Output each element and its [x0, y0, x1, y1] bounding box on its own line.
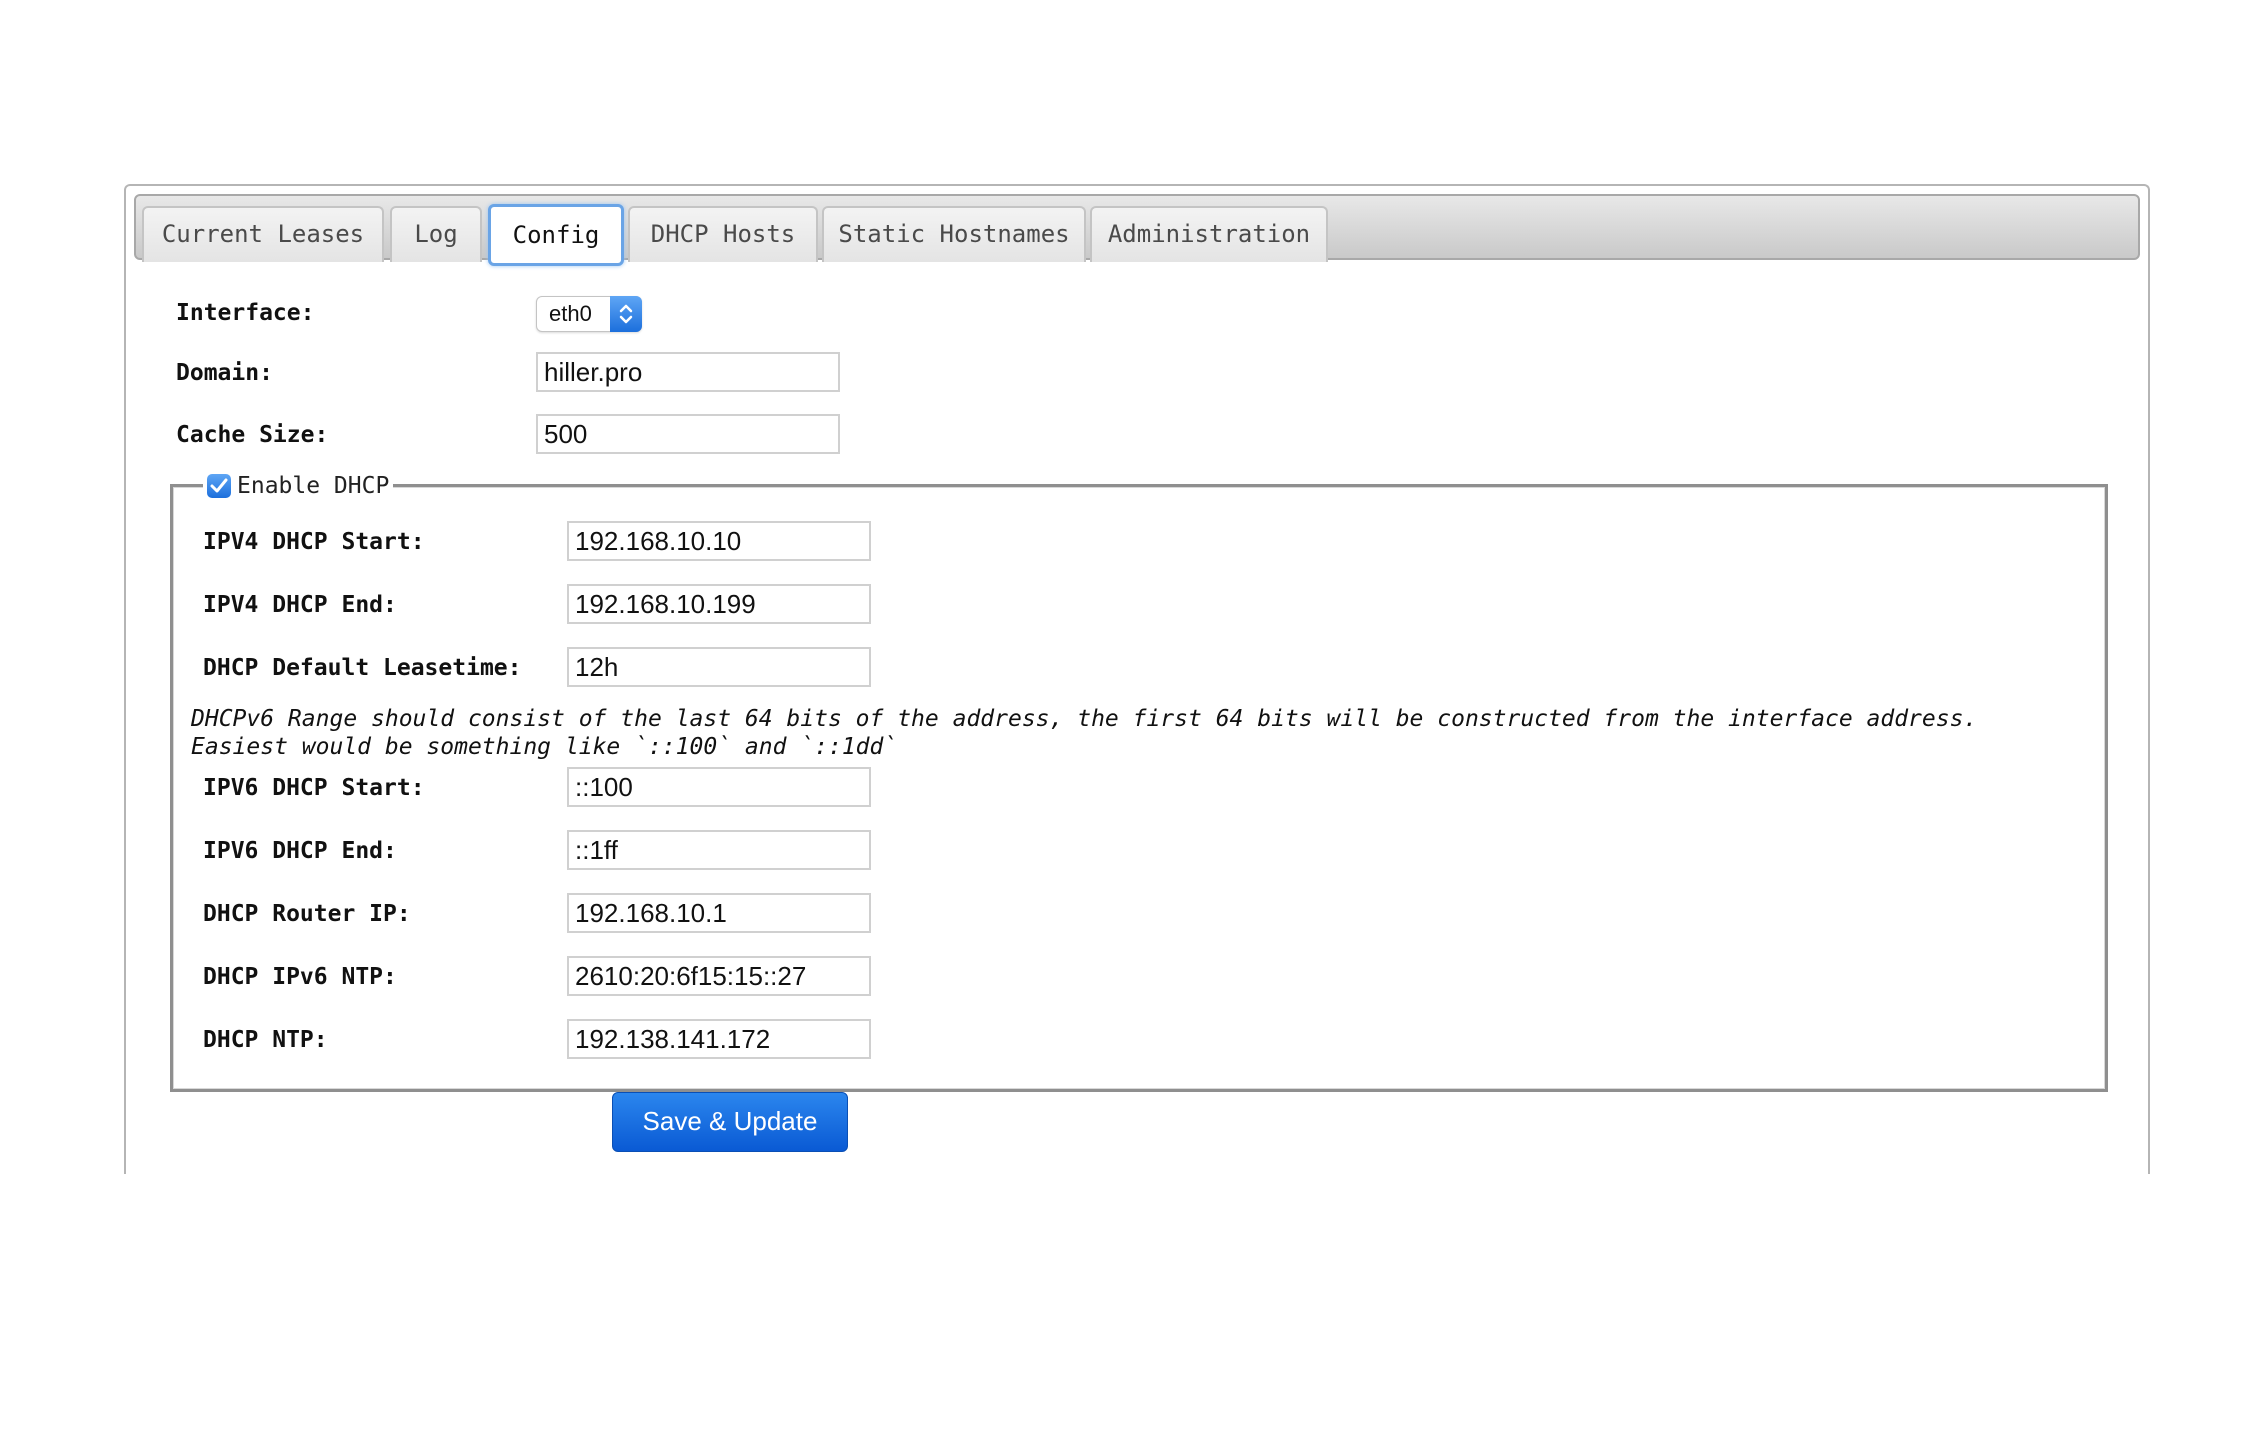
ipv4-start-input[interactable] — [567, 521, 871, 561]
tab-bar: Current Leases Log Config DHCP Hosts Sta… — [134, 194, 2140, 266]
dhcp-fieldset: Enable DHCP IPV4 DHCP Start: IPV4 DHCP E… — [170, 471, 2108, 1092]
domain-input[interactable] — [536, 352, 840, 392]
ipv6-ntp-label: DHCP IPv6 NTP: — [203, 964, 397, 990]
tab-static-hostnames[interactable]: Static Hostnames — [822, 206, 1086, 262]
dhcpv6-note-line1: DHCPv6 Range should consist of the last … — [191, 706, 1978, 732]
tab-current-leases[interactable]: Current Leases — [142, 206, 384, 262]
checkmark-icon — [210, 478, 228, 493]
router-ip-label: DHCP Router IP: — [203, 901, 411, 927]
save-update-button[interactable]: Save & Update — [612, 1092, 848, 1152]
interface-select-value: eth0 — [549, 301, 592, 326]
dhcpv6-note: DHCPv6 Range should consist of the last … — [191, 705, 1977, 761]
tab-administration[interactable]: Administration — [1090, 206, 1328, 262]
ntp-label: DHCP NTP: — [203, 1027, 328, 1053]
domain-label: Domain: — [176, 360, 273, 386]
chevron-up-down-icon — [610, 296, 642, 332]
dhcpv6-note-line2: Easiest would be something like `::100` … — [191, 734, 898, 760]
ipv6-end-input[interactable] — [567, 830, 871, 870]
tab-dhcp-hosts[interactable]: DHCP Hosts — [628, 206, 818, 262]
dhcp-legend: Enable DHCP — [203, 471, 394, 501]
ipv6-ntp-input[interactable] — [567, 956, 871, 996]
tab-config[interactable]: Config — [488, 204, 624, 266]
interface-label: Interface: — [176, 300, 315, 326]
ipv6-start-input[interactable] — [567, 767, 871, 807]
ipv4-end-input[interactable] — [567, 584, 871, 624]
ntp-input[interactable] — [567, 1019, 871, 1059]
tab-log[interactable]: Log — [390, 206, 482, 262]
enable-dhcp-checkbox[interactable] — [207, 474, 231, 498]
ipv6-start-label: IPV6 DHCP Start: — [203, 775, 425, 801]
ipv6-end-label: IPV6 DHCP End: — [203, 838, 397, 864]
ipv4-start-label: IPV4 DHCP Start: — [203, 529, 425, 555]
leasetime-label: DHCP Default Leasetime: — [203, 655, 522, 681]
enable-dhcp-label: Enable DHCP — [237, 473, 390, 499]
ipv4-end-label: IPV4 DHCP End: — [203, 592, 397, 618]
config-panel: Current Leases Log Config DHCP Hosts Sta… — [124, 184, 2150, 1174]
leasetime-input[interactable] — [567, 647, 871, 687]
interface-select[interactable]: eth0 — [536, 296, 642, 332]
cache-size-label: Cache Size: — [176, 422, 329, 448]
cache-size-input[interactable] — [536, 414, 840, 454]
router-ip-input[interactable] — [567, 893, 871, 933]
